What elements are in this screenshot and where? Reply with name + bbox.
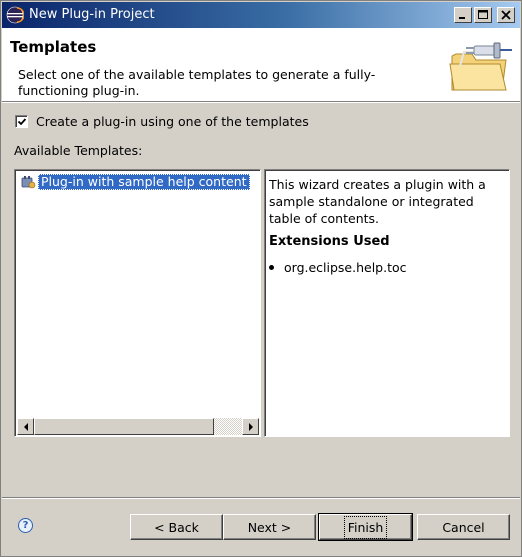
- finish-button-label: Finish: [343, 515, 388, 539]
- use-template-label[interactable]: Create a plug-in using one of the templa…: [36, 114, 309, 129]
- cancel-button[interactable]: Cancel: [417, 514, 510, 540]
- use-template-checkbox[interactable]: [15, 115, 28, 128]
- window-title: New Plug-in Project: [29, 7, 155, 22]
- use-template-option[interactable]: Create a plug-in using one of the templa…: [15, 114, 309, 129]
- wizard-header: Templates Select one of the available te…: [2, 28, 520, 102]
- plugin-icon: [21, 175, 36, 188]
- template-label[interactable]: Plug-in with sample help content: [38, 173, 250, 190]
- template-description: This wizard creates a plugin with a samp…: [269, 177, 486, 226]
- folder-plug-icon: [449, 42, 512, 91]
- eclipse-app-icon: [6, 6, 24, 24]
- extension-label: org.eclipse.help.toc: [284, 260, 407, 275]
- page-title: Templates: [10, 38, 97, 56]
- extension-item: org.eclipse.help.toc: [269, 260, 407, 275]
- page-description: Select one of the available templates to…: [18, 67, 376, 98]
- horizontal-scrollbar[interactable]: [17, 418, 259, 435]
- new-plugin-project-dialog: New Plug-in Project Templates Select one…: [0, 0, 522, 557]
- bullet-icon: [269, 265, 274, 270]
- extensions-heading: Extensions Used: [269, 234, 390, 249]
- finish-button[interactable]: Finish: [318, 513, 413, 541]
- maximize-button[interactable]: [474, 7, 492, 23]
- checkmark-icon: [17, 118, 27, 126]
- help-icon[interactable]: ?: [18, 518, 33, 533]
- header-separator: [2, 102, 520, 103]
- template-description-pane: This wizard creates a plugin with a samp…: [264, 169, 510, 437]
- next-button[interactable]: Next >: [223, 514, 316, 540]
- scroll-right-button[interactable]: [242, 418, 259, 435]
- scroll-left-button[interactable]: [17, 418, 34, 435]
- minimize-button[interactable]: [454, 7, 472, 23]
- list-item[interactable]: Plug-in with sample help content: [20, 173, 250, 190]
- next-button-label: Next >: [247, 519, 292, 535]
- close-icon: [501, 10, 511, 20]
- cancel-button-label: Cancel: [442, 519, 485, 535]
- arrow-right-icon: [248, 422, 253, 431]
- back-button[interactable]: < Back: [130, 514, 223, 540]
- templates-list[interactable]: Plug-in with sample help content: [14, 169, 261, 437]
- maximize-icon: [478, 10, 488, 19]
- available-templates-label: Available Templates:: [14, 143, 143, 158]
- arrow-left-icon: [23, 422, 28, 431]
- close-button[interactable]: [497, 7, 515, 23]
- minimize-icon: [459, 17, 465, 19]
- scroll-thumb[interactable]: [34, 418, 214, 435]
- title-bar[interactable]: New Plug-in Project: [2, 2, 520, 28]
- back-button-label: < Back: [154, 519, 199, 535]
